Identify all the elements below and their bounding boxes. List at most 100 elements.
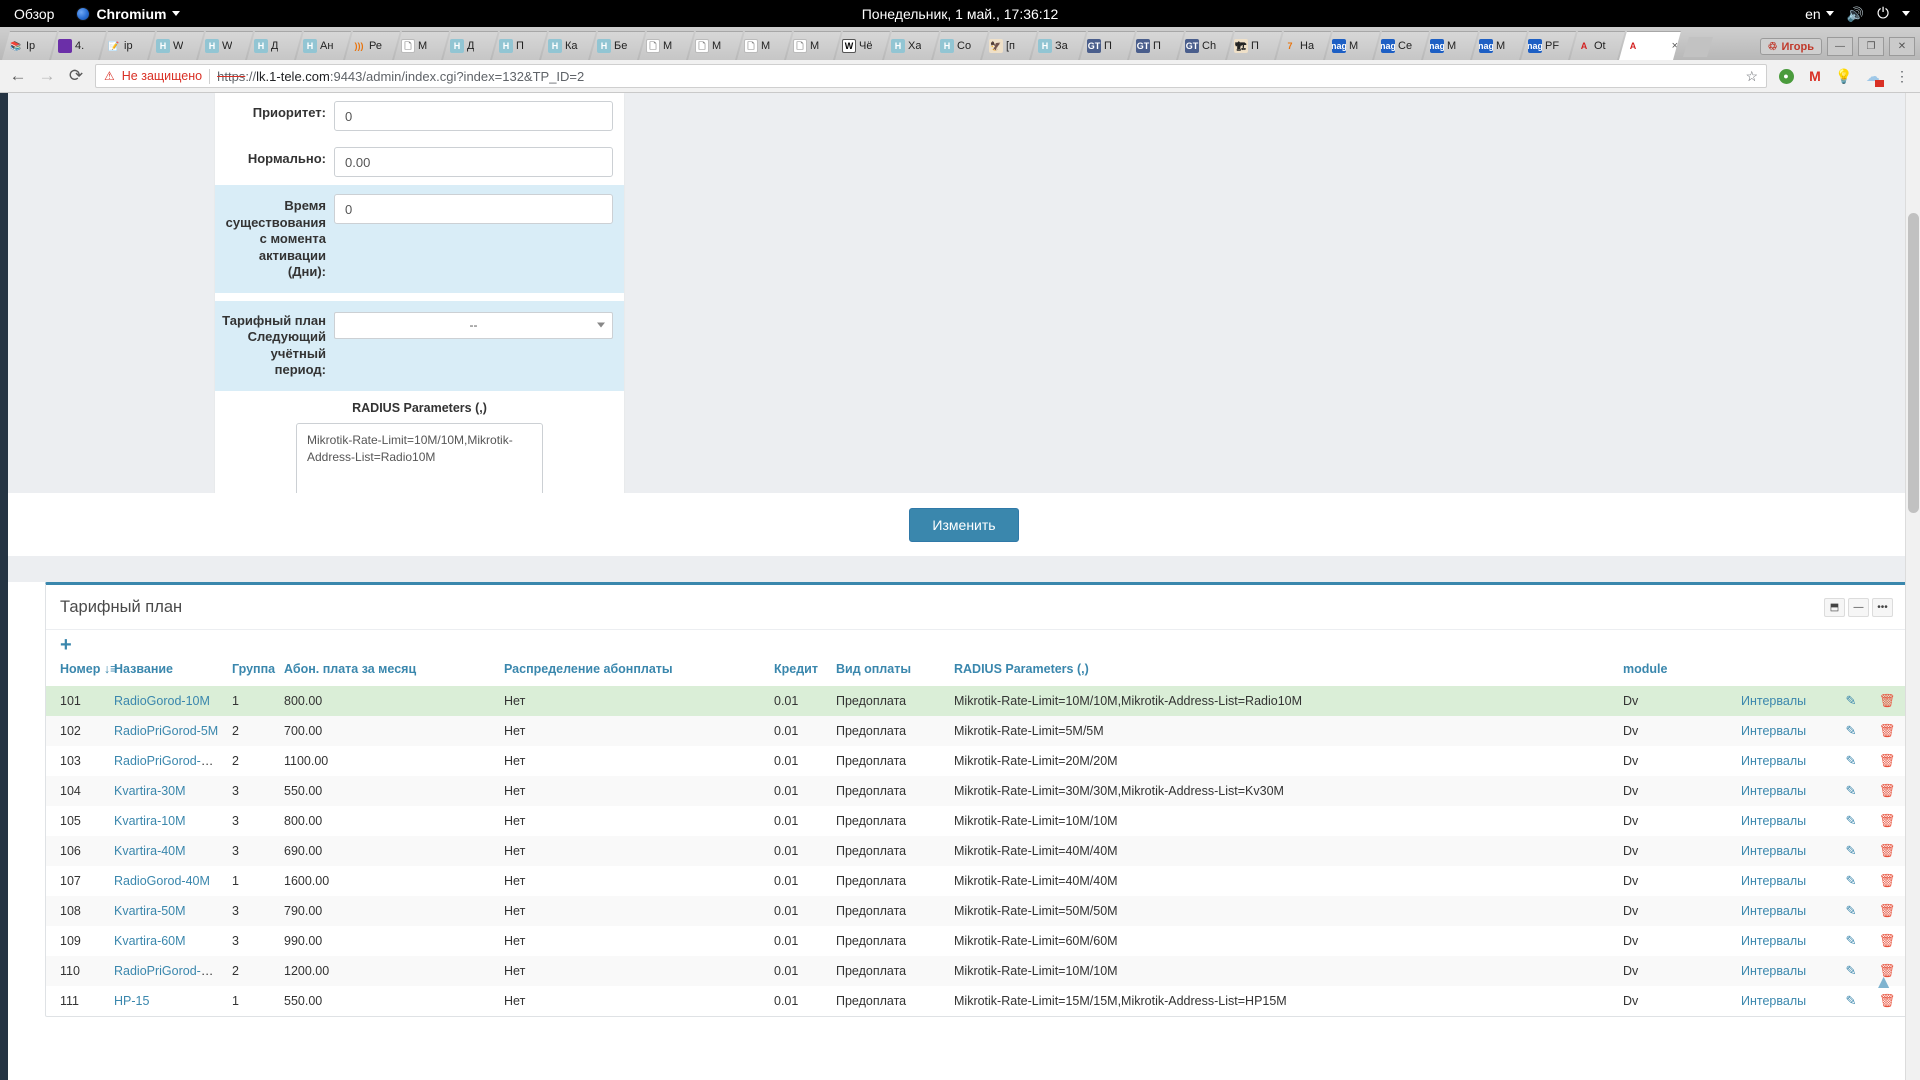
column-header-monthly-fee[interactable]: Абон. плата за месяц xyxy=(278,656,498,686)
cell-intervals[interactable]: Интервалы xyxy=(1735,806,1835,836)
cell-edit[interactable]: ✎ xyxy=(1835,926,1867,956)
cell-edit[interactable]: ✎ xyxy=(1835,956,1867,986)
browser-tab[interactable]: nagM xyxy=(1423,31,1478,60)
cell-edit[interactable]: ✎ xyxy=(1835,716,1867,746)
security-status-label[interactable]: Не защищено xyxy=(122,69,202,83)
tariff-name-link[interactable]: RadioPriGorod-5M xyxy=(114,724,218,738)
browser-tab[interactable]: nagM xyxy=(1472,31,1527,60)
browser-tab[interactable]: ))) Ре xyxy=(345,31,400,60)
tariff-name-link[interactable]: Kvartira-30M xyxy=(114,784,186,798)
cell-edit[interactable]: ✎ xyxy=(1835,986,1867,1016)
cell-intervals[interactable]: Интервалы xyxy=(1735,746,1835,776)
browser-tab[interactable]: 🦅 [п xyxy=(982,31,1037,60)
browser-tab[interactable]: 🗋 M xyxy=(737,31,792,60)
activities-button[interactable]: Обзор xyxy=(8,6,60,22)
edit-pencil-icon[interactable]: ✎ xyxy=(1846,813,1857,828)
window-maximize-button[interactable]: ❐ xyxy=(1858,37,1884,56)
table-row[interactable]: 101 RadioGorod-10M 1 800.00 Нет 0.01 Предоплат… xyxy=(46,686,1907,716)
tariff-name-link[interactable]: RadioGorod-40M xyxy=(114,874,210,888)
next-period-tariff-select[interactable]: -- xyxy=(334,311,613,339)
delete-trash-icon[interactable]: 🗑 xyxy=(1879,753,1896,768)
browser-tab[interactable]: H За xyxy=(1031,31,1086,60)
plus-icon[interactable]: + xyxy=(60,634,72,656)
active-app-menu[interactable]: Chromium xyxy=(76,6,181,22)
cell-name[interactable]: HP-15 xyxy=(108,986,226,1016)
cell-edit[interactable]: ✎ xyxy=(1835,776,1867,806)
delete-trash-icon[interactable]: 🗑 xyxy=(1879,813,1896,828)
browser-tab[interactable]: nagСе xyxy=(1374,31,1429,60)
browser-tab[interactable]: 🏗 П xyxy=(1227,31,1282,60)
browser-tab[interactable]: 4. xyxy=(51,31,106,60)
lifetime-days-input[interactable]: 0 xyxy=(334,194,613,224)
scroll-to-top-icon[interactable]: ▲ xyxy=(1874,972,1893,994)
cell-edit[interactable]: ✎ xyxy=(1835,746,1867,776)
edit-pencil-icon[interactable]: ✎ xyxy=(1846,783,1857,798)
table-row[interactable]: 109 Kvartira-60M 3 990.00 Нет 0.01 Предоплата M… xyxy=(46,926,1907,956)
tariff-name-link[interactable]: RadioPriGorod-20M xyxy=(114,754,225,768)
cell-name[interactable]: Kvartira-40M xyxy=(108,836,226,866)
tariff-name-link[interactable]: Kvartira-40M xyxy=(114,844,186,858)
cloud-icon[interactable]: ☁ xyxy=(1863,68,1884,87)
delete-trash-icon[interactable]: 🗑 xyxy=(1879,903,1896,918)
browser-tab[interactable]: H Ан xyxy=(296,31,351,60)
intervals-link[interactable]: Интервалы xyxy=(1741,814,1806,828)
intervals-link[interactable]: Интервалы xyxy=(1741,934,1806,948)
menu-kebab-icon[interactable]: ⋮ xyxy=(1892,68,1912,85)
cell-name[interactable]: Kvartira-50M xyxy=(108,896,226,926)
edit-pencil-icon[interactable]: ✎ xyxy=(1846,933,1857,948)
edit-pencil-icon[interactable]: ✎ xyxy=(1846,873,1857,888)
cell-delete[interactable]: 🗑 xyxy=(1867,866,1907,896)
edit-pencil-icon[interactable]: ✎ xyxy=(1846,963,1857,978)
delete-trash-icon[interactable]: 🗑 xyxy=(1879,783,1896,798)
browser-tab[interactable]: GT Ch xyxy=(1178,31,1233,60)
cell-delete[interactable]: 🗑 xyxy=(1867,836,1907,866)
cell-delete[interactable]: 🗑 xyxy=(1867,926,1907,956)
scrollbar-thumb[interactable] xyxy=(1908,213,1919,513)
cell-intervals[interactable]: Интервалы xyxy=(1735,926,1835,956)
cell-name[interactable]: RadioPriGorod-5M xyxy=(108,716,226,746)
intervals-link[interactable]: Интервалы xyxy=(1741,994,1806,1008)
column-header-payment-type[interactable]: Вид оплаты xyxy=(830,656,948,686)
browser-tab[interactable]: A Ot xyxy=(1570,31,1625,60)
column-header-name[interactable]: Название xyxy=(108,656,226,686)
power-icon[interactable]: ⏻ xyxy=(1877,6,1889,21)
lightbulb-icon[interactable]: 💡 xyxy=(1834,68,1854,85)
cell-intervals[interactable]: Интервалы xyxy=(1735,896,1835,926)
column-header-fee-distribution[interactable]: Распределение абонплаты xyxy=(498,656,768,686)
gmail-icon[interactable]: M xyxy=(1805,68,1825,84)
browser-tab[interactable]: H Ка xyxy=(541,31,596,60)
table-row[interactable]: 103 RadioPriGorod-20M 2 1100.00 Нет 0.01 Предо… xyxy=(46,746,1907,776)
browser-tab[interactable]: H Ха xyxy=(884,31,939,60)
table-row[interactable]: 104 Kvartira-30M 3 550.00 Нет 0.01 Предоплата M… xyxy=(46,776,1907,806)
new-tab-button[interactable] xyxy=(1683,37,1713,57)
cell-intervals[interactable]: Интервалы xyxy=(1735,956,1835,986)
cell-name[interactable]: RadioGorod-40M xyxy=(108,866,226,896)
browser-tab[interactable]: 🗋 M xyxy=(394,31,449,60)
cell-delete[interactable]: 🗑 xyxy=(1867,686,1907,716)
column-header-radius-parameters[interactable]: RADIUS Parameters (,) xyxy=(948,656,1617,686)
cell-name[interactable]: Kvartira-30M xyxy=(108,776,226,806)
close-icon[interactable]: × xyxy=(1672,40,1678,52)
cell-name[interactable]: RadioGorod-10M xyxy=(108,686,226,716)
intervals-link[interactable]: Интервалы xyxy=(1741,754,1806,768)
cell-delete[interactable]: 🗑 xyxy=(1867,806,1907,836)
browser-tab[interactable]: HД xyxy=(247,31,302,60)
back-icon[interactable]: ← xyxy=(8,66,28,86)
column-header-group[interactable]: Группа xyxy=(226,656,278,686)
browser-tab[interactable]: nagM xyxy=(1325,31,1380,60)
browser-tab[interactable]: GT П xyxy=(1080,31,1135,60)
cell-intervals[interactable]: Интервалы xyxy=(1735,686,1835,716)
cell-delete[interactable]: 🗑 xyxy=(1867,746,1907,776)
browser-tab[interactable]: HП xyxy=(492,31,547,60)
table-row[interactable]: 102 RadioPriGorod-5M 2 700.00 Нет 0.01 Предопл… xyxy=(46,716,1907,746)
cell-edit[interactable]: ✎ xyxy=(1835,836,1867,866)
delete-trash-icon[interactable]: 🗑 xyxy=(1879,993,1896,1008)
browser-tab-strip[interactable]: 📚 Ip 4. 📝 ip H W H W H Д H Ан))) Ре 🗋 M H Д H П H Ка H Бе 🗋 M 🗋 M 🗋 M… xyxy=(0,27,1920,60)
keyboard-layout-indicator[interactable]: en xyxy=(1805,6,1834,22)
edit-pencil-icon[interactable]: ✎ xyxy=(1846,723,1857,738)
window-close-button[interactable]: ✕ xyxy=(1889,37,1915,56)
cell-delete[interactable]: 🗑 xyxy=(1867,716,1907,746)
cell-edit[interactable]: ✎ xyxy=(1835,806,1867,836)
normal-input[interactable]: 0.00 xyxy=(334,147,613,177)
tariff-name-link[interactable]: RadioPriGorod-10M xyxy=(114,964,225,978)
